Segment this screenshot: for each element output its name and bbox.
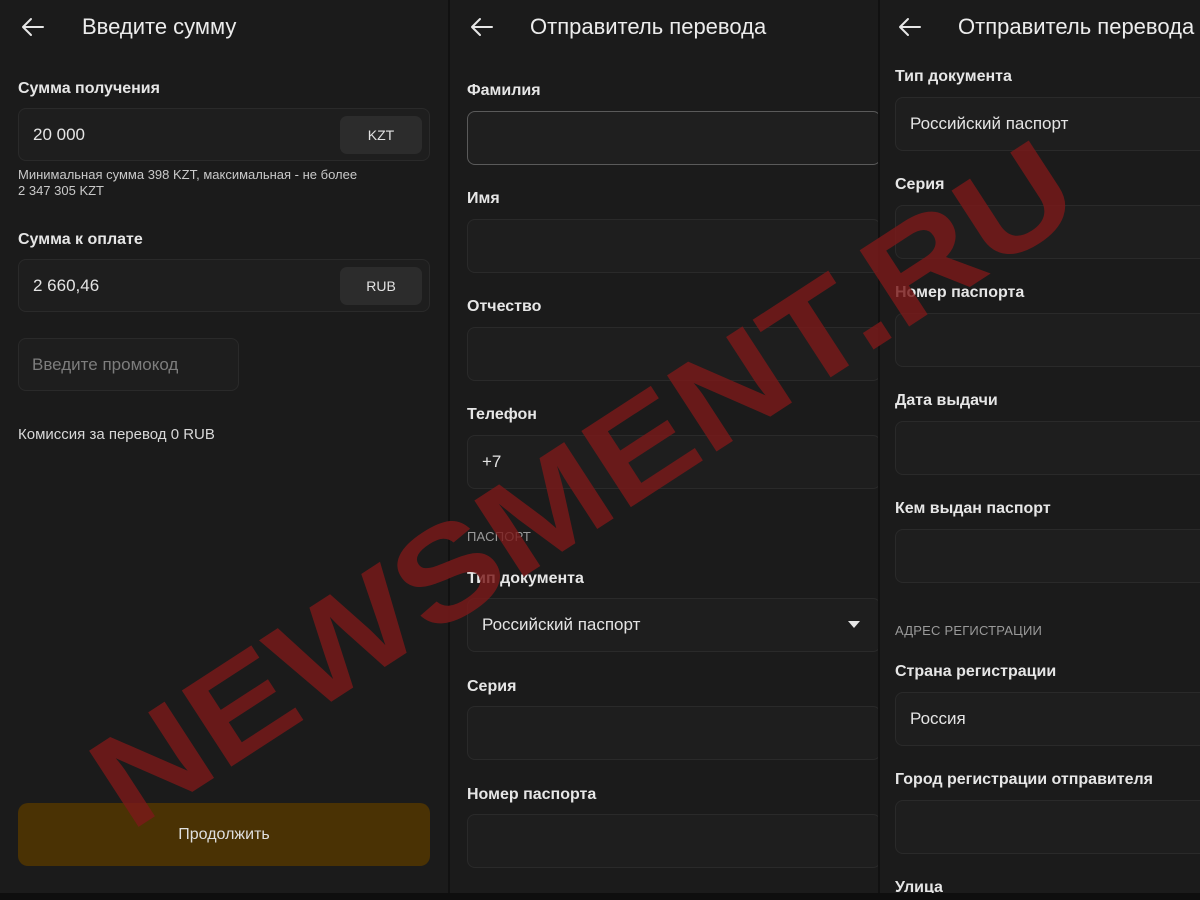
back-arrow-icon[interactable] (469, 14, 495, 40)
pay-amount-value: 2 660,46 (33, 276, 100, 295)
patronymic-label: Отчество (467, 298, 542, 315)
name-input[interactable] (467, 219, 878, 273)
screen-sender-2: Отправитель перевода Тип документа Росси… (880, 0, 1200, 900)
page-title: Отправитель перевода (530, 14, 767, 39)
promo-code-input[interactable]: Введите промокод (18, 338, 239, 391)
header: Введите сумму (0, 0, 448, 56)
commission-text: Комиссия за перевод 0 RUB (18, 426, 215, 443)
passport-number-input[interactable] (467, 814, 878, 868)
screen-enter-amount: Введите сумму Сумма получения 20 000 KZT… (0, 0, 448, 900)
patronymic-input[interactable] (467, 327, 878, 381)
series-input[interactable] (895, 205, 1200, 259)
receive-amount-label: Сумма получения (18, 80, 160, 97)
pay-amount-field[interactable]: 2 660,46 RUB (18, 259, 430, 312)
pay-currency-button[interactable]: RUB (340, 267, 422, 305)
name-label: Имя (467, 190, 500, 207)
country-select[interactable]: Россия (895, 692, 1200, 746)
phone-input[interactable]: +7 (467, 435, 878, 489)
page-title: Отправитель перевода (958, 14, 1195, 39)
country-label: Страна регистрации (895, 663, 1057, 680)
header: Отправитель перевода (880, 0, 1200, 56)
receive-currency-button[interactable]: KZT (340, 116, 422, 154)
bottom-strip (0, 893, 1200, 900)
issued-by-input[interactable] (895, 529, 1200, 583)
country-value: Россия (910, 709, 966, 728)
phone-value: +7 (482, 452, 502, 471)
doc-type-select[interactable]: Российский паспорт (895, 97, 1200, 151)
back-arrow-icon[interactable] (20, 14, 46, 40)
issue-date-label: Дата выдачи (895, 392, 998, 409)
doc-type-value: Российский паспорт (910, 114, 1069, 133)
limits-line-1: Минимальная сумма 398 KZT, максимальная … (18, 167, 358, 182)
screen-sender-1: Отправитель перевода Фамилия Имя Отчеств… (450, 0, 878, 900)
series-label: Серия (467, 678, 517, 695)
phone-label: Телефон (467, 406, 537, 423)
doc-type-label: Тип документа (467, 570, 584, 587)
address-section-heading: АДРЕС РЕГИСТРАЦИИ (895, 623, 1043, 638)
series-label: Серия (895, 176, 945, 193)
receive-amount-value: 20 000 (33, 125, 85, 144)
limits-line-2: 2 347 305 KZT (18, 183, 104, 198)
surname-input[interactable] (467, 111, 878, 165)
city-input[interactable] (895, 800, 1200, 854)
continue-button[interactable]: Продолжить (18, 803, 430, 866)
series-input[interactable] (467, 706, 878, 760)
passport-number-label: Номер паспорта (467, 786, 597, 803)
passport-number-input[interactable] (895, 313, 1200, 367)
city-label: Город регистрации отправителя (895, 771, 1153, 788)
doc-type-select[interactable]: Российский паспорт (467, 598, 878, 652)
issued-by-label: Кем выдан паспорт (895, 500, 1051, 517)
back-arrow-icon[interactable] (897, 14, 923, 40)
pay-amount-label: Сумма к оплате (18, 231, 143, 248)
passport-section-heading: ПАСПОРТ (467, 529, 532, 544)
promo-code-placeholder: Введите промокод (32, 355, 179, 374)
doc-type-label: Тип документа (895, 68, 1012, 85)
passport-number-label: Номер паспорта (895, 284, 1025, 301)
header: Отправитель перевода (450, 0, 878, 56)
dropdown-caret-icon (848, 621, 860, 628)
doc-type-value: Российский паспорт (482, 615, 641, 634)
issue-date-input[interactable] (895, 421, 1200, 475)
surname-label: Фамилия (467, 82, 541, 99)
page-title: Введите сумму (82, 14, 237, 39)
amount-limits-hint: Минимальная сумма 398 KZT, максимальная … (18, 167, 357, 199)
receive-amount-field[interactable]: 20 000 KZT (18, 108, 430, 161)
